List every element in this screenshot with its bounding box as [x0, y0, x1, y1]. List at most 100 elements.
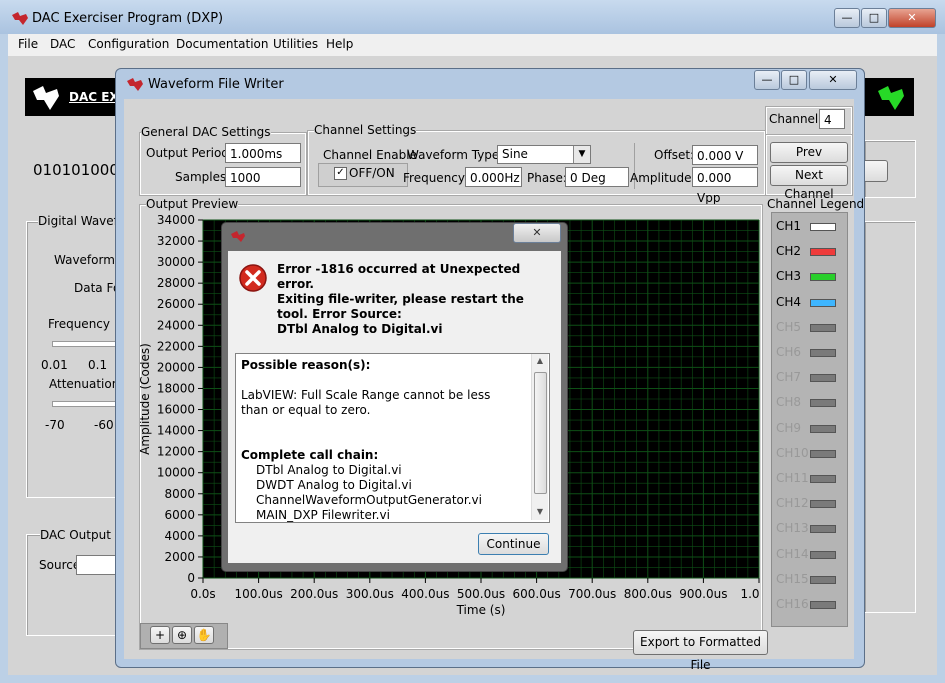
channel-enable-checkbox[interactable]: ✓: [334, 167, 347, 180]
x-tick-label: 1.0ms: [740, 587, 760, 601]
legend-item-ch7[interactable]: CH7: [776, 369, 842, 387]
close-button[interactable]: ✕: [888, 8, 936, 28]
channel-legend: CH1 CH2 CH3 CH4 CH5 CH6 CH7 CH8 CH9 CH10 CH11 CH12 C…: [771, 212, 848, 627]
legend-label: CH4: [776, 294, 802, 309]
export-button[interactable]: Export to Formatted File: [633, 630, 768, 672]
y-tick-label: 6000: [164, 508, 195, 522]
dialog-close-button[interactable]: ✕: [513, 223, 561, 243]
source-field[interactable]: [76, 555, 118, 575]
legend-item-ch10[interactable]: CH10: [776, 445, 842, 463]
reason-heading: Possible reason(s):: [241, 358, 371, 372]
x-tick-label: 0.0s: [190, 587, 215, 601]
chevron-down-icon[interactable]: ▼: [573, 146, 590, 163]
legend-item-ch16[interactable]: CH16: [776, 596, 842, 614]
waveform-type-label: Waveform Type:: [407, 148, 504, 162]
error-details-box[interactable]: Possible reason(s): LabVIEW: Full Scale …: [235, 353, 550, 523]
frequency-label: Frequency: [48, 317, 110, 331]
hand-icon: ✋: [196, 628, 212, 642]
legend-item-ch9[interactable]: CH9: [776, 420, 842, 438]
scroll-down-icon[interactable]: ▼: [532, 507, 548, 516]
legend-item-ch11[interactable]: CH11: [776, 470, 842, 488]
menu-configuration[interactable]: Configuration: [88, 37, 169, 51]
zoom-tool-button[interactable]: ⊕: [172, 626, 192, 644]
menu-help[interactable]: Help: [326, 37, 353, 51]
minimize-button[interactable]: —: [834, 8, 860, 28]
channel-settings-title: Channel Settings: [314, 123, 417, 137]
legend-label: CH16: [776, 597, 809, 611]
general-dac-settings-title: General DAC Settings: [141, 125, 271, 139]
right-group-bottom: [864, 221, 916, 613]
y-tick-label: 24000: [157, 318, 195, 332]
menu-bar: File DAC Configuration Documentation Uti…: [8, 34, 937, 56]
ti-logo-icon: [231, 231, 245, 242]
legend-item-ch5[interactable]: CH5: [776, 319, 842, 337]
y-tick-label: 10000: [157, 466, 195, 480]
y-tick-label: 32000: [157, 234, 195, 248]
error-icon: [239, 264, 267, 292]
legend-label: CH7: [776, 370, 802, 385]
main-title-bar: DAC Exerciser Program (DXP) — □ ✕: [0, 0, 945, 34]
cursor-tool-button[interactable]: +: [150, 626, 170, 644]
legend-swatch: [810, 424, 836, 433]
legend-item-ch6[interactable]: CH6: [776, 344, 842, 362]
x-tick-label: 800.0us: [624, 587, 672, 601]
writer-minimize-button[interactable]: —: [754, 70, 780, 90]
dac-output-label: DAC Output U: [40, 528, 124, 542]
scroll-up-icon[interactable]: ▲: [532, 356, 548, 365]
zoom-icon: ⊕: [176, 628, 188, 642]
y-tick-label: 2000: [164, 550, 195, 564]
legend-swatch: [810, 525, 836, 534]
call-chain-heading: Complete call chain:: [241, 448, 379, 462]
call-chain-item: ChannelWaveformOutputGenerator.vi: [256, 493, 482, 507]
legend-swatch: [810, 323, 836, 332]
x-tick-label: 600.0us: [512, 587, 560, 601]
banner-text: DAC EX: [69, 90, 119, 104]
legend-item-ch1[interactable]: CH1: [776, 218, 842, 236]
legend-label: CH2: [776, 244, 802, 259]
offset-field[interactable]: 0.000 V: [692, 145, 758, 165]
crosshair-icon: +: [154, 628, 166, 642]
legend-label: CH14: [776, 546, 809, 561]
x-tick-label: 300.0us: [346, 587, 394, 601]
frequency-field[interactable]: 0.000Hz: [465, 167, 522, 187]
menu-utilities[interactable]: Utilities: [273, 37, 318, 51]
channel-field[interactable]: 4: [819, 109, 845, 129]
pan-tool-button[interactable]: ✋: [194, 626, 214, 644]
legend-item-ch8[interactable]: CH8: [776, 394, 842, 412]
samples-field[interactable]: 1000: [225, 167, 301, 187]
writer-maximize-button[interactable]: □: [781, 70, 807, 90]
continue-button[interactable]: Continue: [478, 533, 549, 555]
scrollbar-thumb[interactable]: [534, 372, 547, 494]
main-window-title: DAC Exerciser Program (DXP): [32, 11, 224, 26]
legend-item-ch4[interactable]: CH4: [776, 294, 842, 312]
amplitude-field[interactable]: 0.000 Vpp: [692, 167, 758, 205]
amplitude-label: Amplitude:: [630, 171, 696, 185]
y-tick-label: 28000: [157, 276, 195, 290]
y-tick-label: 0: [187, 571, 195, 585]
details-scrollbar[interactable]: ▲ ▼: [531, 354, 548, 520]
x-tick-label: 200.0us: [290, 587, 338, 601]
legend-label: CH1: [776, 219, 802, 233]
legend-swatch: [810, 248, 836, 257]
menu-file[interactable]: File: [18, 37, 38, 51]
legend-item-ch2[interactable]: CH2: [776, 243, 842, 261]
maximize-button[interactable]: □: [861, 8, 887, 28]
channel-legend-title: Channel Legend: [767, 197, 865, 211]
prev-channel-button[interactable]: Prev Channel: [770, 142, 848, 178]
attenuation-slider[interactable]: [52, 401, 116, 407]
next-channel-button[interactable]: Next Channel: [770, 165, 848, 201]
legend-item-ch13[interactable]: CH13: [776, 520, 842, 538]
legend-swatch: [810, 298, 836, 307]
offset-label: Offset:: [654, 148, 695, 162]
legend-item-ch3[interactable]: CH3: [776, 268, 842, 286]
x-tick-label: 400.0us: [401, 587, 449, 601]
legend-item-ch12[interactable]: CH12: [776, 495, 842, 513]
menu-dac[interactable]: DAC: [50, 37, 75, 51]
output-period-field[interactable]: 1.000ms: [225, 143, 301, 163]
legend-item-ch14[interactable]: CH14: [776, 546, 842, 564]
frequency-slider[interactable]: [52, 341, 116, 347]
phase-field[interactable]: 0 Deg: [565, 167, 629, 187]
legend-item-ch15[interactable]: CH15: [776, 571, 842, 589]
writer-close-button[interactable]: ✕: [809, 70, 857, 90]
menu-documentation[interactable]: Documentation: [176, 37, 269, 51]
